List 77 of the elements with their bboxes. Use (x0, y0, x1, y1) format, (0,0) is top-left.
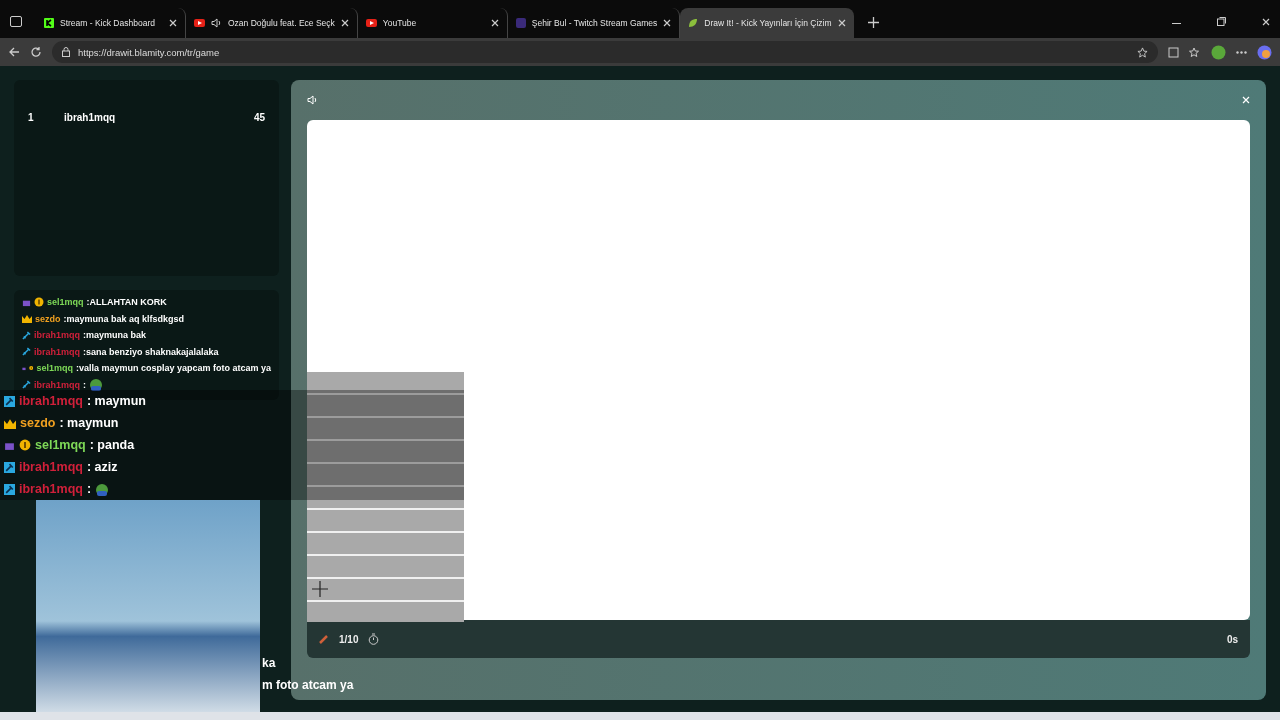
k-logo-icon (44, 18, 54, 28)
drawing-canvas[interactable] (307, 120, 1250, 620)
crosshair-cursor-icon (312, 581, 328, 597)
url-text: https://drawit.blamity.com/tr/game (78, 46, 220, 58)
browser-tab[interactable]: Draw It! - Kick Yayınları İçin Çizim (680, 8, 854, 38)
stopwatch-icon (368, 633, 380, 645)
play-logo-icon (365, 19, 377, 27)
favorites-icon[interactable] (1189, 46, 1201, 58)
close-tab-button[interactable] (837, 19, 846, 27)
chat-message: m foto atcam ya (262, 678, 354, 692)
speaker-icon[interactable] (211, 18, 222, 28)
lock-icon (62, 47, 70, 57)
chat-message: : maymun (59, 416, 119, 430)
extensions-icon[interactable] (1168, 46, 1179, 58)
pencil-icon (319, 634, 329, 644)
copilot-icon[interactable] (1257, 44, 1272, 60)
restore-button[interactable] (1217, 17, 1226, 26)
chat-message: : panda (89, 438, 135, 452)
sword-icon (22, 330, 31, 340)
close-window-button[interactable] (1262, 18, 1270, 26)
coin-icon (19, 439, 31, 451)
player-score: 45 (253, 112, 265, 123)
chat-message: : maymun (86, 394, 146, 408)
round-counter: 1/10 (339, 633, 359, 645)
tab-title: Draw It! - Kick Yayınları İçin Çizim (704, 18, 832, 28)
star-icon[interactable] (1137, 46, 1148, 58)
tab-title: YouTube (382, 18, 418, 28)
tab-actions-icon[interactable] (10, 16, 22, 27)
chat-message: :maymuna bak aq klfsdkgsd (63, 313, 185, 324)
reload-icon[interactable] (30, 46, 42, 58)
sword-icon (4, 395, 15, 407)
sword-icon (4, 461, 15, 473)
play-logo-icon (194, 19, 205, 27)
chat-username: sel1mqq (47, 297, 84, 308)
close-tab-button[interactable] (169, 19, 177, 27)
profile-avatar-icon[interactable] (1211, 44, 1226, 60)
chat-message: :ALLAHTAN KORK (86, 297, 167, 308)
address-field[interactable]: https://drawit.blamity.com/tr/game (52, 41, 1158, 63)
coin-icon (34, 297, 44, 308)
sword-icon (4, 483, 15, 495)
chat-username: sezdo (20, 416, 56, 430)
sword-icon (22, 380, 31, 390)
timer-text: 0s (1226, 633, 1238, 645)
chat-username: sel1mqq (35, 438, 86, 452)
close-tab-button[interactable] (490, 19, 499, 27)
chat-message: ka (262, 656, 276, 670)
chat-message: :sana benziyo shaknakajalalaka (83, 346, 219, 357)
chat-username: ibrah1mqq (34, 379, 80, 390)
tab-title: Stream - Kick Dashboard (60, 18, 156, 28)
chat-username: ibrah1mqq (34, 330, 80, 341)
chat-username: ibrah1mqq (19, 394, 83, 408)
tab-title: Şehir Bul - Twitch Stream Games (531, 18, 658, 28)
chat-username: sel1mqq (36, 363, 73, 374)
square-logo-icon (515, 18, 526, 28)
chat-message: :valla maymun cosplay yapcam foto atcam ya (75, 363, 271, 374)
crown-icon (22, 314, 32, 324)
tab-title: Ozan Doğulu feat. Ece Seçk (228, 18, 335, 28)
minimize-button[interactable] (1172, 23, 1181, 25)
chat-username: ibrah1mqq (34, 346, 80, 357)
close-tab-button[interactable] (663, 19, 672, 27)
chat-username: ibrah1mqq (19, 482, 83, 496)
chat-username: sezdo (35, 313, 61, 324)
more-button[interactable] (1236, 50, 1247, 54)
close-button[interactable] (1242, 96, 1250, 104)
back-icon[interactable] (8, 46, 20, 58)
new-tab-button[interactable] (867, 17, 879, 28)
chat-message: : (86, 482, 92, 496)
crown-icon (4, 417, 16, 429)
leaf-logo-icon (688, 18, 699, 28)
player-name: ibrah1mqq (64, 112, 117, 123)
sword-icon (22, 347, 31, 357)
close-tab-button[interactable] (340, 19, 349, 27)
chat-username: ibrah1mqq (19, 460, 83, 474)
chat-message: : aziz (86, 460, 118, 474)
chat-message: :maymuna bak (83, 330, 147, 341)
chat-message: : (83, 379, 86, 390)
rank-number: 1 (28, 112, 35, 123)
